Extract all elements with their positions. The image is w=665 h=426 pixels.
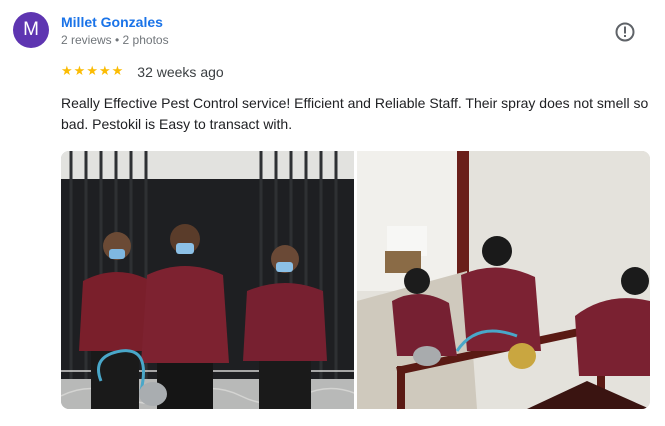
rating-row: ★ ★ ★ ★ ★ 32 weeks ago: [61, 64, 224, 80]
report-flag-icon[interactable]: [614, 21, 636, 43]
photo-technicians-spraying[interactable]: [357, 151, 650, 409]
reviewer-meta: 2 reviews • 2 photos: [61, 33, 169, 47]
review-time: 32 weeks ago: [137, 64, 224, 80]
photo-technicians-gate[interactable]: [61, 151, 354, 409]
star-icon: ★: [61, 64, 73, 79]
star-icon: ★: [98, 64, 111, 79]
review-text: Really Effective Pest Control service! E…: [61, 95, 649, 132]
star-icon: ★: [86, 64, 98, 79]
star-icon: ★: [73, 64, 86, 79]
avatar[interactable]: M: [13, 12, 49, 48]
star-icon: ★: [111, 64, 124, 79]
reviewer-name[interactable]: Millet Gonzales: [61, 14, 163, 30]
star-rating: ★ ★ ★ ★ ★: [61, 64, 123, 80]
